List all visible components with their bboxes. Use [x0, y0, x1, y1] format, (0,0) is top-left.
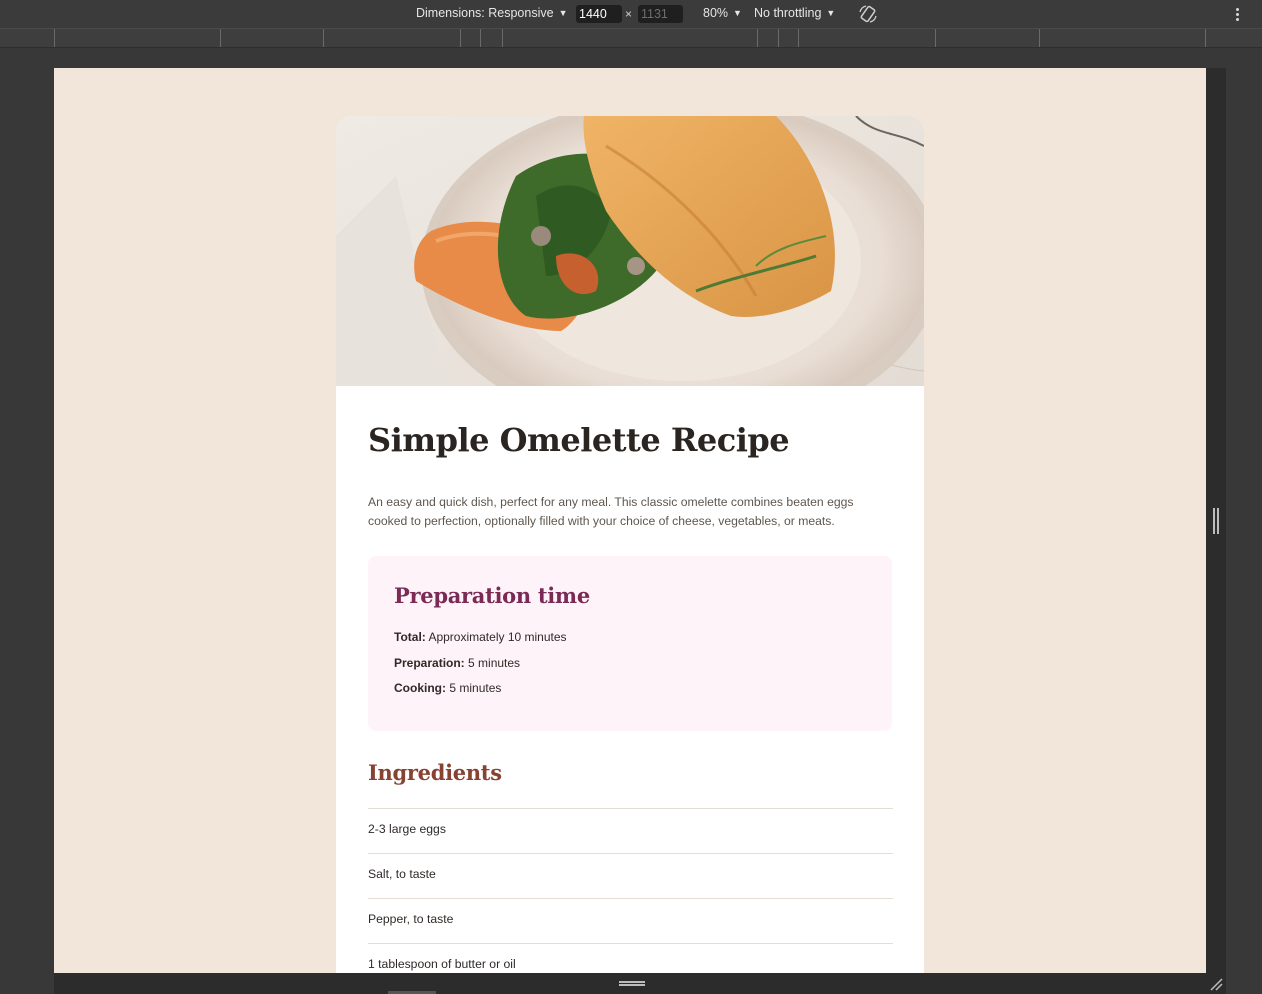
list-item: 2-3 large eggs	[368, 808, 893, 853]
resize-handle-icon[interactable]	[619, 981, 645, 986]
preparation-list: Total: Approximately 10 minutes Preparat…	[394, 629, 866, 696]
list-item: 1 tablespoon of butter or oil	[368, 943, 893, 973]
prep-value: 5 minutes	[468, 655, 521, 670]
ruler-marker[interactable]	[54, 29, 55, 47]
preparation-heading: Preparation time	[394, 583, 590, 608]
ruler-marker[interactable]	[798, 29, 799, 47]
preparation-box: Preparation time Total: Approximately 10…	[368, 556, 892, 731]
ingredients-list: 2-3 large eggs Salt, to taste Pepper, to…	[368, 808, 893, 973]
devtools-device-toolbar: Dimensions: Responsive ▼ 1440 × 1131 80% ▼…	[0, 0, 1262, 29]
ruler-marker[interactable]	[935, 29, 936, 47]
ruler-marker[interactable]	[480, 29, 481, 47]
chevron-down-icon: ▼	[826, 8, 836, 18]
throttling-label: No throttling	[754, 6, 822, 20]
prep-value: 5 minutes	[449, 681, 502, 695]
chevron-down-icon: ▼	[733, 8, 742, 18]
emulated-page: Simple Omelette Recipe An easy and quick…	[54, 68, 1206, 973]
ruler-marker[interactable]	[323, 29, 324, 47]
list-item: Cooking: 5 minutes	[394, 680, 866, 696]
ingredients-heading: Ingredients	[368, 760, 502, 785]
recipe-intro: An easy and quick dish, perfect for any …	[368, 495, 854, 528]
prep-label: Preparation:	[394, 655, 465, 670]
height-input[interactable]: 1131	[638, 5, 683, 23]
ruler-marker[interactable]	[502, 29, 503, 47]
prep-label: Cooking:	[394, 681, 446, 695]
prep-value: Approximately 10 minutes	[428, 630, 567, 644]
dimensions-label: Dimensions: Responsive	[416, 6, 554, 20]
list-item: Pepper, to taste	[368, 898, 893, 943]
ruler-marker[interactable]	[778, 29, 779, 47]
omelette-hero-image	[336, 116, 924, 386]
ruler-marker[interactable]	[1039, 29, 1040, 47]
dimensions-dropdown[interactable]: Dimensions: Responsive ▼	[416, 6, 567, 20]
resize-handle-icon[interactable]	[1213, 508, 1219, 534]
recipe-card: Simple Omelette Recipe An easy and quick…	[336, 116, 924, 973]
list-item: Salt, to taste	[368, 853, 893, 898]
ruler-marker[interactable]	[220, 29, 221, 47]
chevron-down-icon: ▼	[558, 8, 568, 18]
zoom-label: 80%	[703, 6, 729, 20]
more-vert-icon[interactable]	[1229, 6, 1245, 22]
list-item: Preparation: 5 minutes	[394, 655, 866, 671]
ruler-marker[interactable]	[460, 29, 461, 47]
times-separator: ×	[625, 7, 633, 21]
ruler-marker[interactable]	[757, 29, 758, 47]
ruler-marker[interactable]	[1205, 29, 1206, 47]
rotate-icon[interactable]	[857, 4, 879, 24]
width-input[interactable]: 1440	[576, 5, 622, 23]
media-query-ruler[interactable]	[0, 29, 1262, 48]
zoom-dropdown[interactable]: 80% ▼	[703, 6, 742, 20]
corner-resize-icon[interactable]	[1208, 976, 1224, 992]
recipe-title: Simple Omelette Recipe	[368, 421, 790, 459]
throttling-dropdown[interactable]: No throttling ▼	[754, 6, 835, 20]
prep-label: Total:	[394, 630, 426, 644]
list-item: Total: Approximately 10 minutes	[394, 629, 866, 645]
